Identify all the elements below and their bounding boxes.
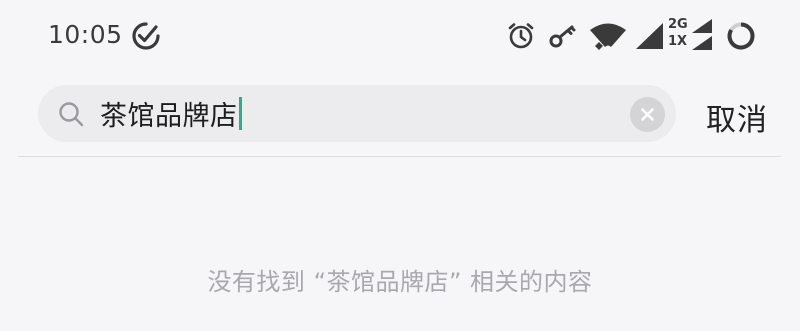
search-screen: 10:05 2G 1X 茶馆品牌店 取消 没有找到 “茶馆品牌店” 相关的内容 bbox=[0, 0, 800, 331]
status-icons: 2G 1X bbox=[506, 18, 756, 54]
empty-results-message: 没有找到 “茶馆品牌店” 相关的内容 bbox=[207, 268, 593, 296]
battery-ring-icon bbox=[727, 22, 755, 50]
search-input-wrap[interactable]: 茶馆品牌店 bbox=[100, 85, 242, 142]
search-icon bbox=[59, 102, 84, 127]
divider bbox=[18, 156, 781, 157]
cell-signal-icon bbox=[636, 23, 663, 49]
check-circle-icon bbox=[132, 22, 160, 50]
clear-search-button[interactable] bbox=[630, 97, 665, 132]
alarm-icon bbox=[508, 23, 534, 49]
text-caret bbox=[238, 97, 242, 130]
status-bar: 10:05 2G 1X bbox=[0, 0, 800, 70]
search-box[interactable]: 茶馆品牌店 bbox=[38, 85, 676, 142]
2g-1x-signal-icon: 2G 1X bbox=[668, 18, 716, 54]
network-type-bottom: 1X bbox=[668, 34, 688, 49]
status-time: 10:05 bbox=[48, 20, 123, 49]
wifi-icon bbox=[590, 23, 626, 50]
cancel-button[interactable]: 取消 bbox=[706, 95, 768, 139]
search-input[interactable]: 茶馆品牌店 bbox=[100, 94, 238, 133]
close-icon bbox=[641, 108, 654, 121]
key-icon bbox=[549, 25, 576, 48]
network-type-top: 2G bbox=[668, 17, 688, 32]
